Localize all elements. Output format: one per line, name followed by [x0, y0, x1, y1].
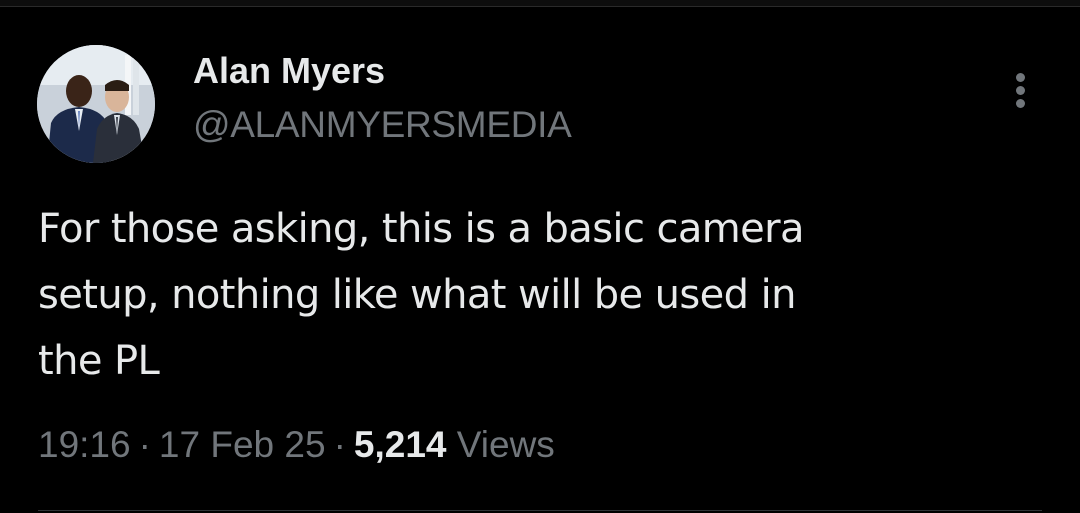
more-dot — [1016, 73, 1025, 82]
more-dot — [1016, 99, 1025, 108]
more-dot — [1016, 86, 1025, 95]
more-options-vertical-icon[interactable] — [1004, 68, 1038, 112]
views-count[interactable]: 5,214 — [354, 424, 447, 465]
tweet-text-line: setup, nothing like what will be used in — [38, 272, 796, 318]
author-name[interactable]: Alan Myers — [193, 50, 385, 92]
views-label[interactable]: Views — [457, 424, 555, 465]
tweet-text: For those asking, this is a basic camera… — [38, 196, 1038, 394]
bottom-divider — [38, 510, 1042, 511]
tweet-text-line: the PL — [38, 338, 160, 384]
avatar-photo — [37, 45, 155, 163]
author-handle[interactable]: @ALANMYERSMEDIA — [193, 104, 572, 146]
tweet-date[interactable]: 17 Feb 25 — [159, 424, 326, 465]
tweet-meta: 19:16 · 17 Feb 25 · 5,214 Views — [38, 424, 555, 466]
tweet-time[interactable]: 19:16 — [38, 424, 131, 465]
tweet-card: Alan Myers @ALANMYERSMEDIA For those ask… — [0, 0, 1080, 513]
tweet-text-line: For those asking, this is a basic camera — [38, 206, 804, 252]
meta-separator: · — [333, 424, 346, 465]
author-avatar[interactable] — [37, 45, 155, 163]
meta-separator: · — [138, 424, 151, 465]
